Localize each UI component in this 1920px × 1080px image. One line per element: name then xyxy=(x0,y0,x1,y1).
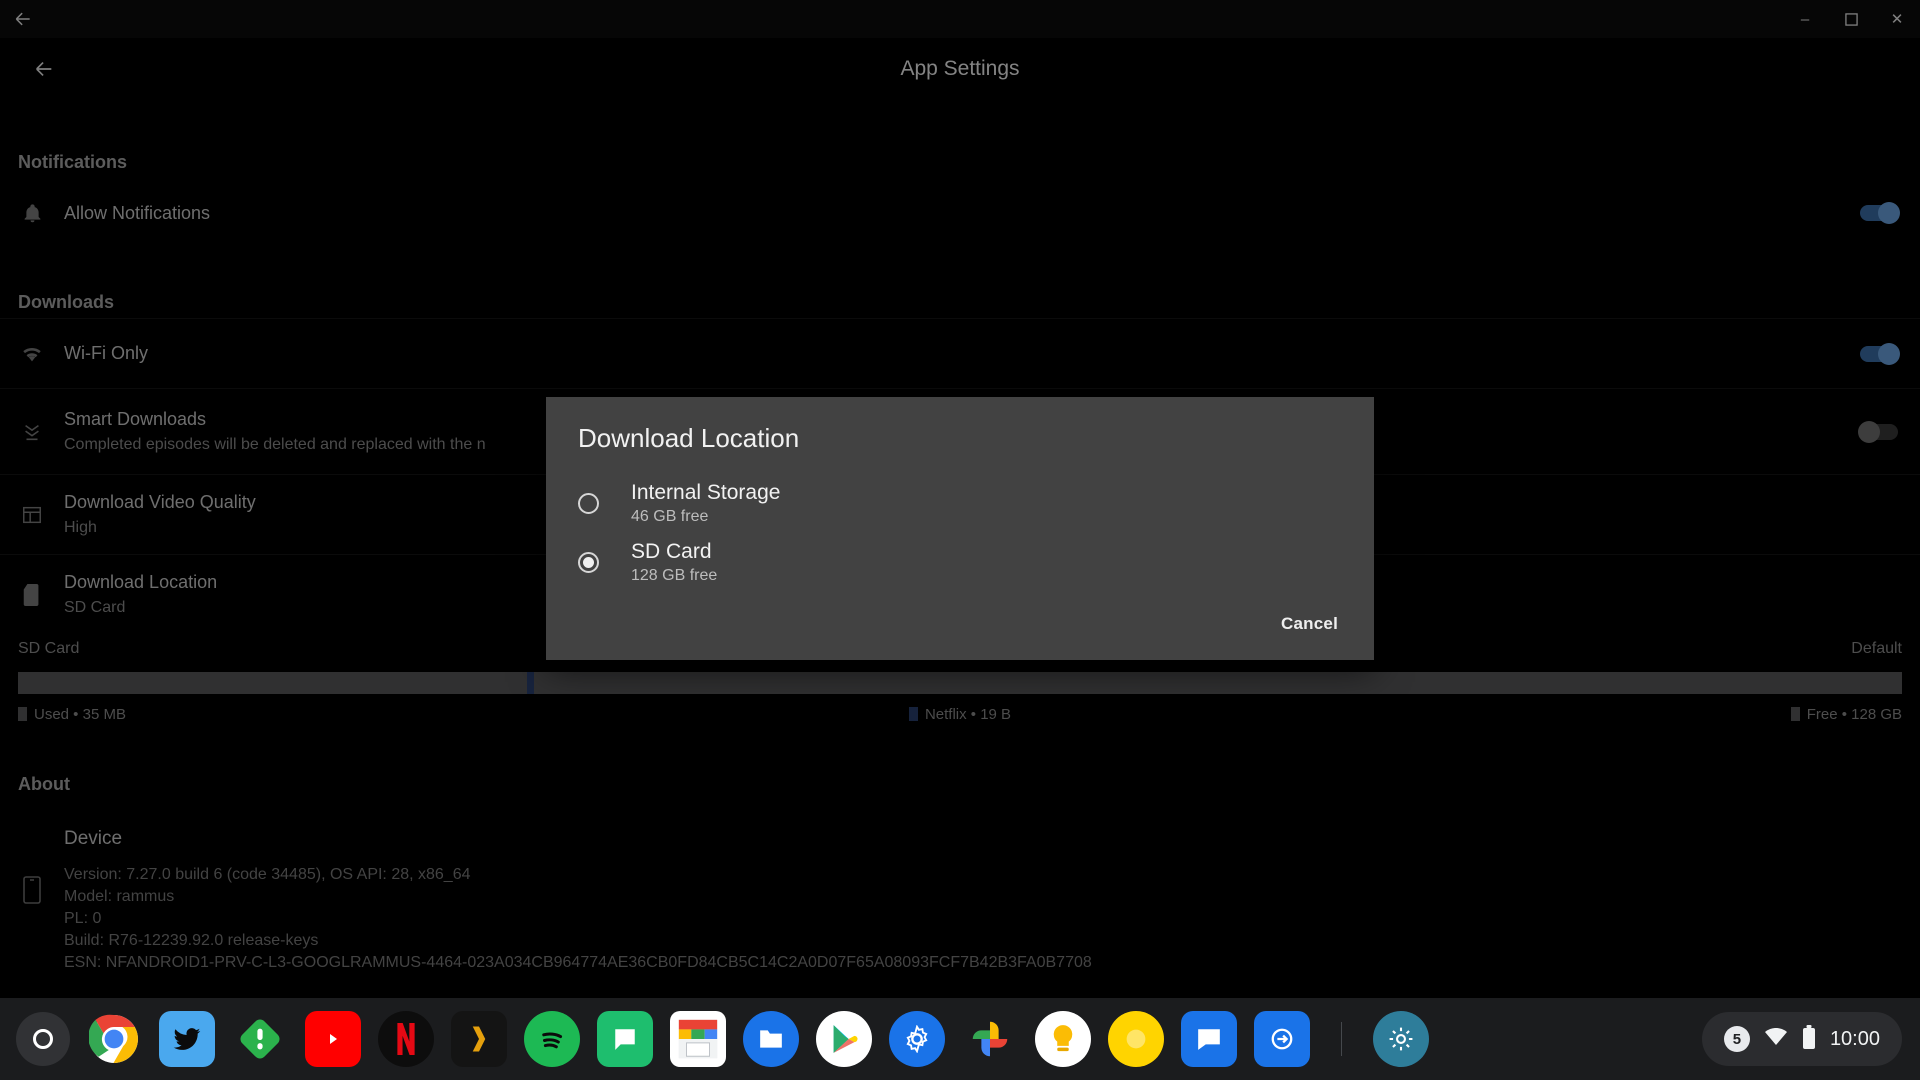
radio-internal-storage[interactable] xyxy=(578,493,599,514)
shelf-app-files[interactable] xyxy=(743,1011,799,1067)
shelf-app-netflix[interactable] xyxy=(378,1011,434,1067)
option-label: Internal Storage xyxy=(631,481,781,504)
shelf-app-play-store[interactable] xyxy=(816,1011,872,1067)
notification-count-badge[interactable]: 5 xyxy=(1723,1026,1750,1052)
dialog-option-internal-storage[interactable]: Internal Storage 46 GB free xyxy=(546,474,1374,533)
shelf-app-sheets[interactable] xyxy=(670,1011,726,1067)
radio-sd-card[interactable] xyxy=(578,552,599,573)
launcher-button[interactable] xyxy=(0,1012,86,1066)
option-text: Internal Storage 46 GB free xyxy=(631,481,780,526)
option-label: SD Card xyxy=(631,540,712,563)
shelf-app-camera-switch[interactable] xyxy=(1254,1011,1310,1067)
shelf-app-spotify[interactable] xyxy=(524,1011,580,1067)
shelf-app-messenger[interactable] xyxy=(597,1011,653,1067)
dialog-title: Download Location xyxy=(578,423,800,453)
option-text: SD Card 128 GB free xyxy=(631,540,717,585)
dialog-actions: Cancel xyxy=(546,592,1374,660)
dialog-option-sd-card[interactable]: SD Card 128 GB free xyxy=(546,533,1374,592)
shelf-app-duolingo[interactable] xyxy=(1108,1011,1164,1067)
shelf-app-twitter[interactable] xyxy=(159,1011,215,1067)
wifi-icon xyxy=(1764,1027,1788,1051)
screen: – ✕ App Settings Notifications Allow Not… xyxy=(0,0,1920,1080)
launcher-ring xyxy=(33,1029,53,1049)
option-sublabel: 46 GB free xyxy=(631,508,709,525)
clock[interactable]: 10:00 xyxy=(1830,1028,1880,1051)
shelf-app-settings[interactable] xyxy=(889,1011,945,1067)
shelf-app-youtube[interactable] xyxy=(305,1011,361,1067)
shelf-app-feedly[interactable] xyxy=(232,1011,288,1067)
shelf-app-android-settings[interactable] xyxy=(1373,1011,1429,1067)
download-location-dialog: Download Location Internal Storage 46 GB… xyxy=(546,397,1374,660)
shelf-app-messages[interactable] xyxy=(1181,1011,1237,1067)
shelf-app-plex[interactable] xyxy=(451,1011,507,1067)
system-tray[interactable]: 5 10:00 xyxy=(1701,1012,1902,1066)
launcher-icon xyxy=(16,1012,70,1066)
shelf-app-list xyxy=(86,1011,1429,1067)
option-sublabel: 128 GB free xyxy=(631,567,718,584)
shelf-app-photos[interactable] xyxy=(962,1011,1018,1067)
battery-icon xyxy=(1802,1024,1816,1054)
cancel-button[interactable]: Cancel xyxy=(1281,614,1338,634)
shelf: 5 10:00 xyxy=(0,998,1920,1080)
shelf-app-keep[interactable] xyxy=(1035,1011,1091,1067)
shelf-separator xyxy=(1341,1022,1342,1056)
shelf-app-chrome[interactable] xyxy=(86,1011,142,1067)
